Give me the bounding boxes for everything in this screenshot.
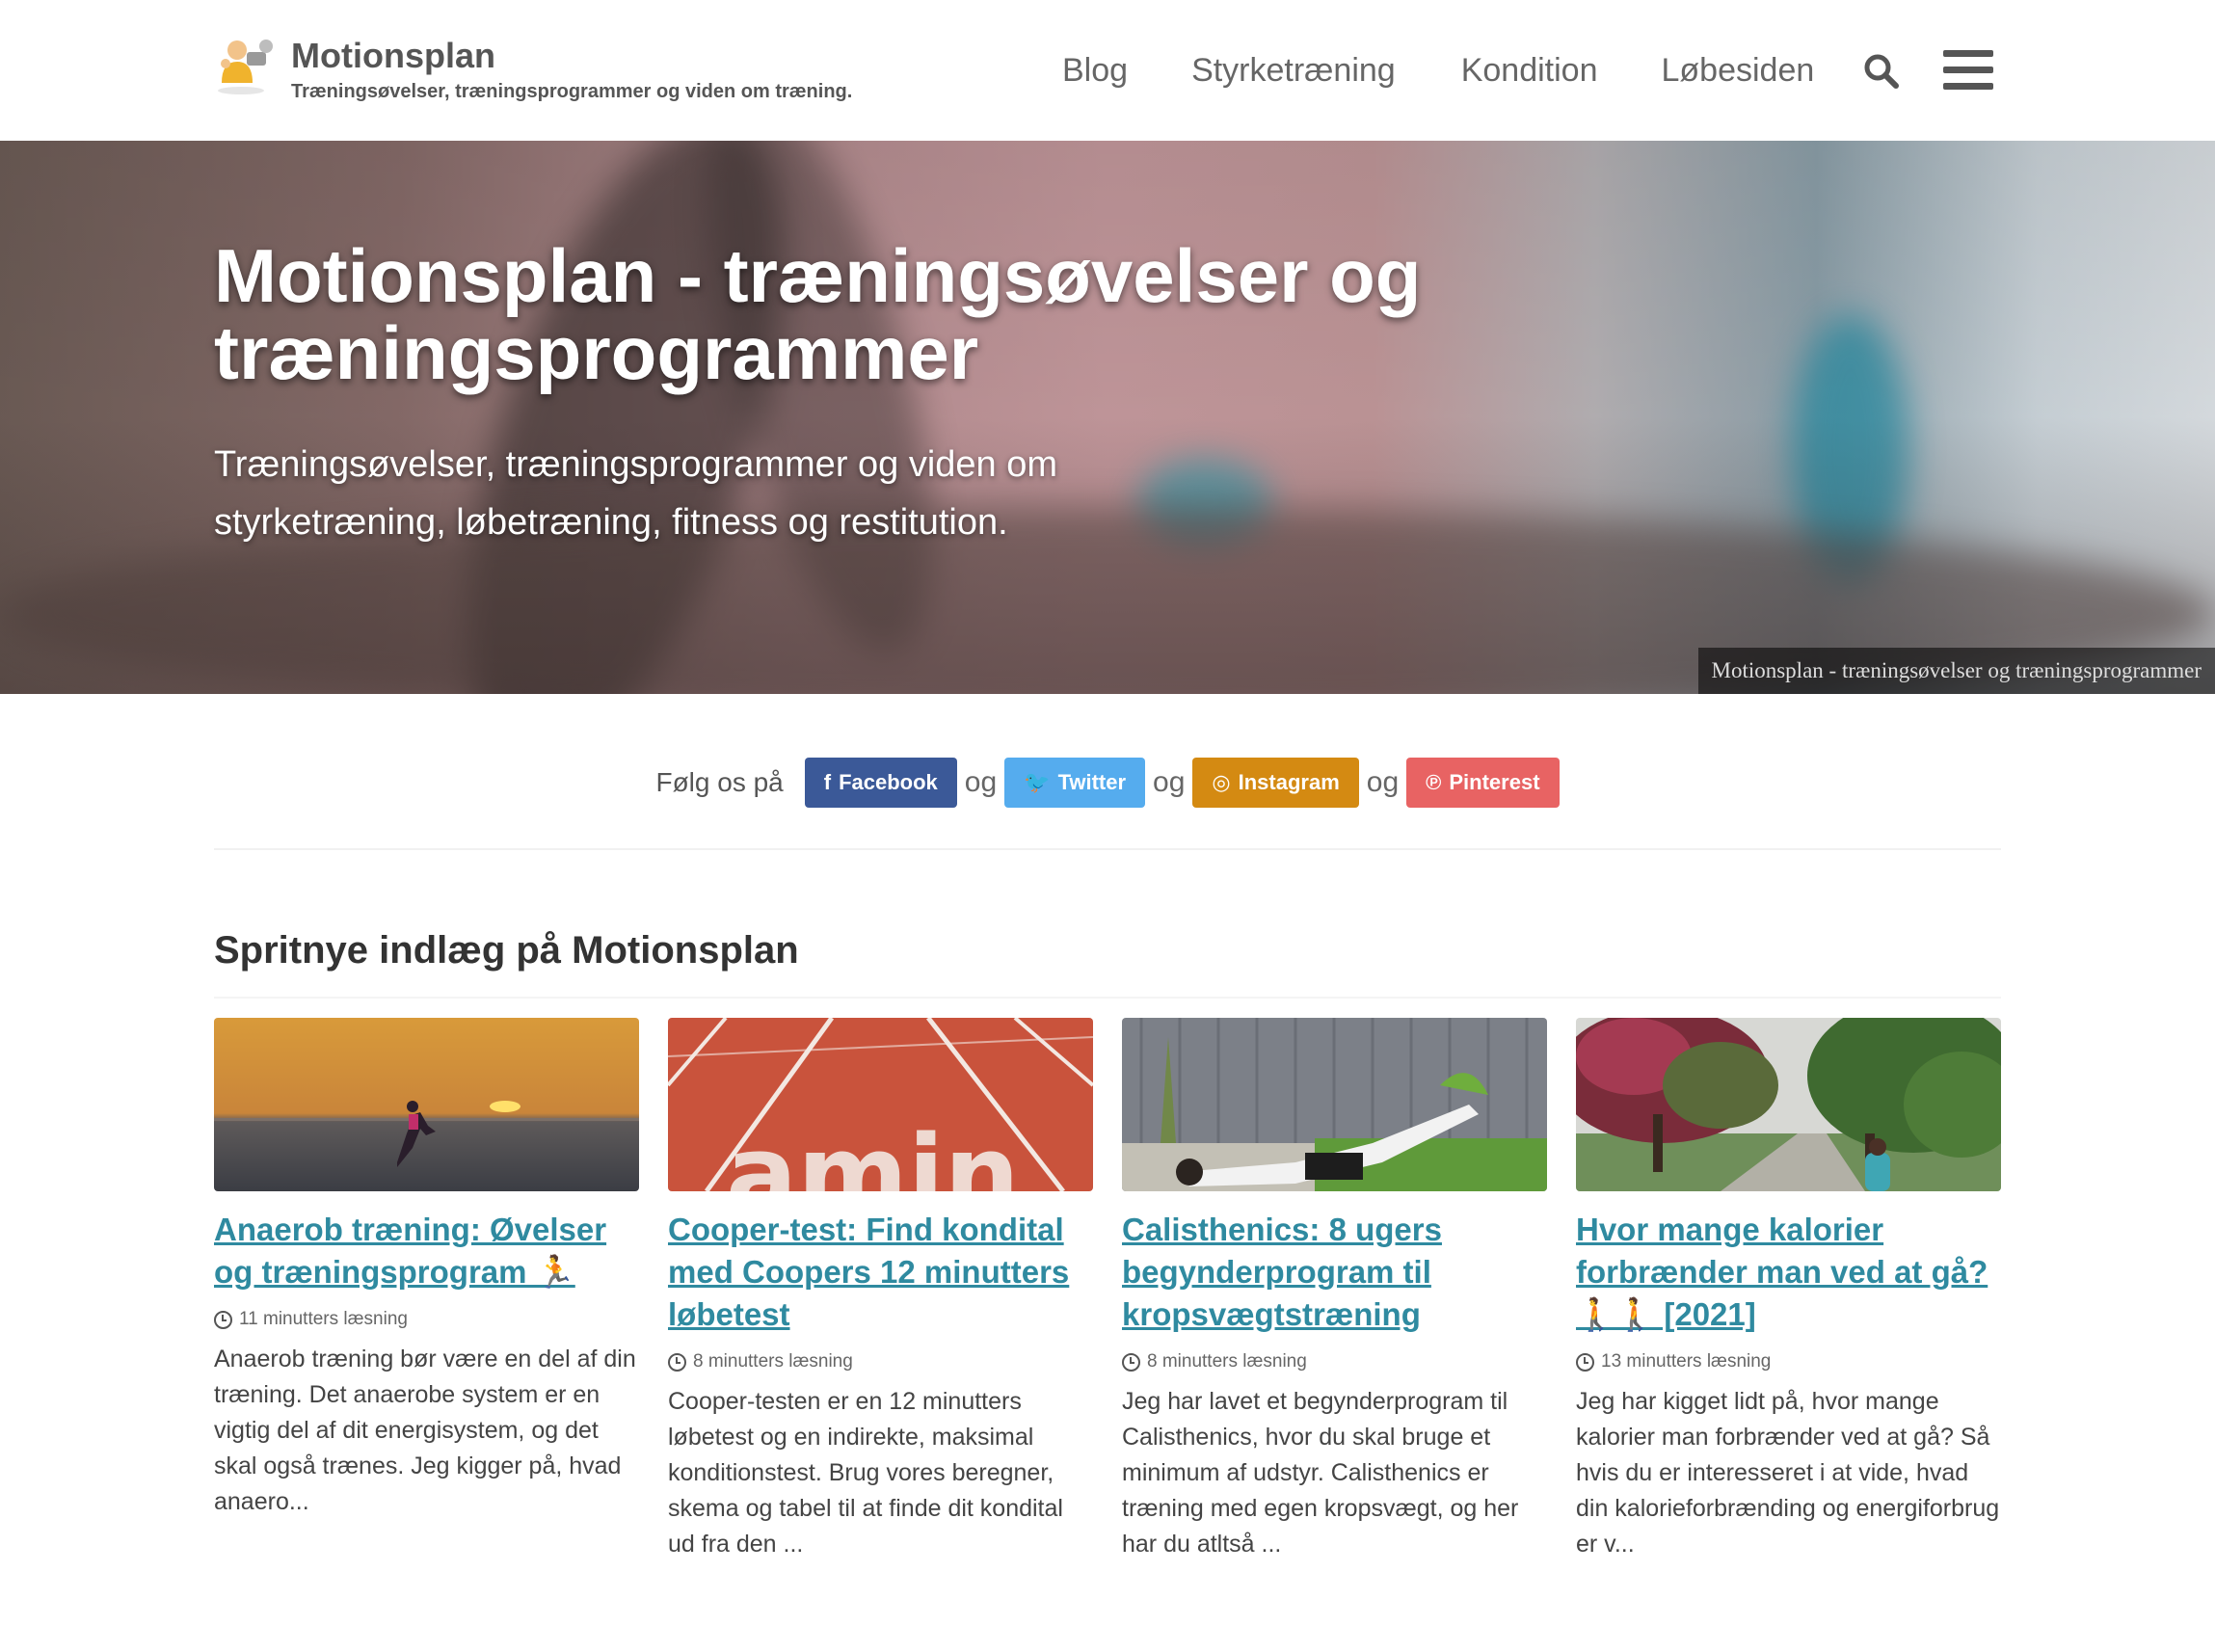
twitter-bird-icon: 🐦 [1024,770,1051,794]
post-card: Anaerob træning: Øvelser og træningsprog… [214,1018,639,1562]
separator-text: og [1153,766,1186,798]
post-title-link[interactable]: Cooper-test: Find kondital med Coopers 1… [668,1209,1093,1336]
reading-time: 11 minutters læsning [214,1309,639,1330]
divider [214,997,2001,999]
hero-banner: Motionsplan - træningsøvelser og træning… [0,141,2215,694]
nav-item-lobesiden[interactable]: Løbesiden [1661,48,1814,93]
instagram-icon: ◎ [1212,770,1231,794]
post-image-calisthenics[interactable] [1122,1018,1547,1191]
nav-item-styrketraening[interactable]: Styrketræning [1191,48,1396,93]
post-card: amin Cooper-test: Find kondital med Coop… [668,1018,1093,1562]
social-follow-bar: Følg os på f Facebook og 🐦 Twitter og ◎ … [0,758,2215,808]
pinterest-button[interactable]: ℗ Pinterest [1406,758,1560,808]
pinterest-icon: ℗ [1426,770,1442,794]
hero-title: Motionsplan - træningsøvelser og træning… [214,233,1422,395]
logo-icon [214,35,274,96]
follow-lead-text: Følg os på [655,767,784,797]
post-title-link[interactable]: Anaerob træning: Øvelser og træningsprog… [214,1209,639,1293]
post-card: Calisthenics: 8 ugers begynderprogram ti… [1122,1018,1547,1562]
post-excerpt: Jeg har kigget lidt på, hvor mange kalor… [1576,1388,2000,1558]
post-excerpt: Cooper-testen er en 12 minutters løbetes… [668,1388,1063,1558]
hero-subtitle: Træningsøvelser, træningsprogrammer og v… [214,444,1058,543]
post-image-running-track[interactable]: amin [668,1018,1093,1191]
clock-icon [668,1352,686,1372]
divider [214,848,2001,850]
reading-time: 8 minutters læsning [1122,1351,1547,1372]
site-logo[interactable]: Motionsplan Træningsøvelser, træningspro… [214,35,852,103]
separator-text: og [964,766,998,798]
clock-icon [1576,1352,1594,1372]
site-title: Motionsplan [291,36,495,75]
nav-item-blog[interactable]: Blog [1062,48,1128,93]
post-image-sunset-runner[interactable] [214,1018,639,1191]
section-title: Spritnye indlæg på Motionsplan [214,929,799,972]
facebook-icon: f [823,770,832,794]
post-excerpt: Anaerob træning bør være en del af din t… [214,1346,636,1515]
post-excerpt: Jeg har lavet et begynderprogram til Cal… [1122,1388,1519,1558]
post-title-link[interactable]: Calisthenics: 8 ugers begynderprogram ti… [1122,1209,1547,1336]
twitter-button[interactable]: 🐦 Twitter [1004,758,1146,808]
site-tagline: Træningsøvelser, træningsprogrammer og v… [291,81,853,102]
post-list: Anaerob træning: Øvelser og træningsprog… [214,1018,2003,1562]
facebook-button[interactable]: f Facebook [804,758,957,808]
reading-time: 8 minutters læsning [668,1351,1093,1372]
separator-text: og [1366,766,1400,798]
main-nav: Blog Styrketræning Kondition Løbesiden [1062,48,1878,93]
search-icon[interactable] [1862,52,1901,91]
hamburger-menu-icon[interactable] [1943,50,1993,93]
svg-text:amin: amin [726,1112,1020,1191]
clock-icon [214,1310,232,1329]
reading-time: 13 minutters læsning [1576,1351,2001,1372]
hero-image-caption: Motionsplan - træningsøvelser og træning… [1697,648,2215,694]
site-header: Motionsplan Træningsøvelser, træningspro… [0,0,2215,141]
clock-icon [1122,1352,1140,1372]
post-image-park-walk[interactable] [1576,1018,2001,1191]
instagram-button[interactable]: ◎ Instagram [1192,758,1359,808]
nav-item-kondition[interactable]: Kondition [1461,48,1598,93]
post-title-link[interactable]: Hvor mange kalorier forbrænder man ved a… [1576,1209,2001,1336]
post-card: Hvor mange kalorier forbrænder man ved a… [1576,1018,2001,1562]
